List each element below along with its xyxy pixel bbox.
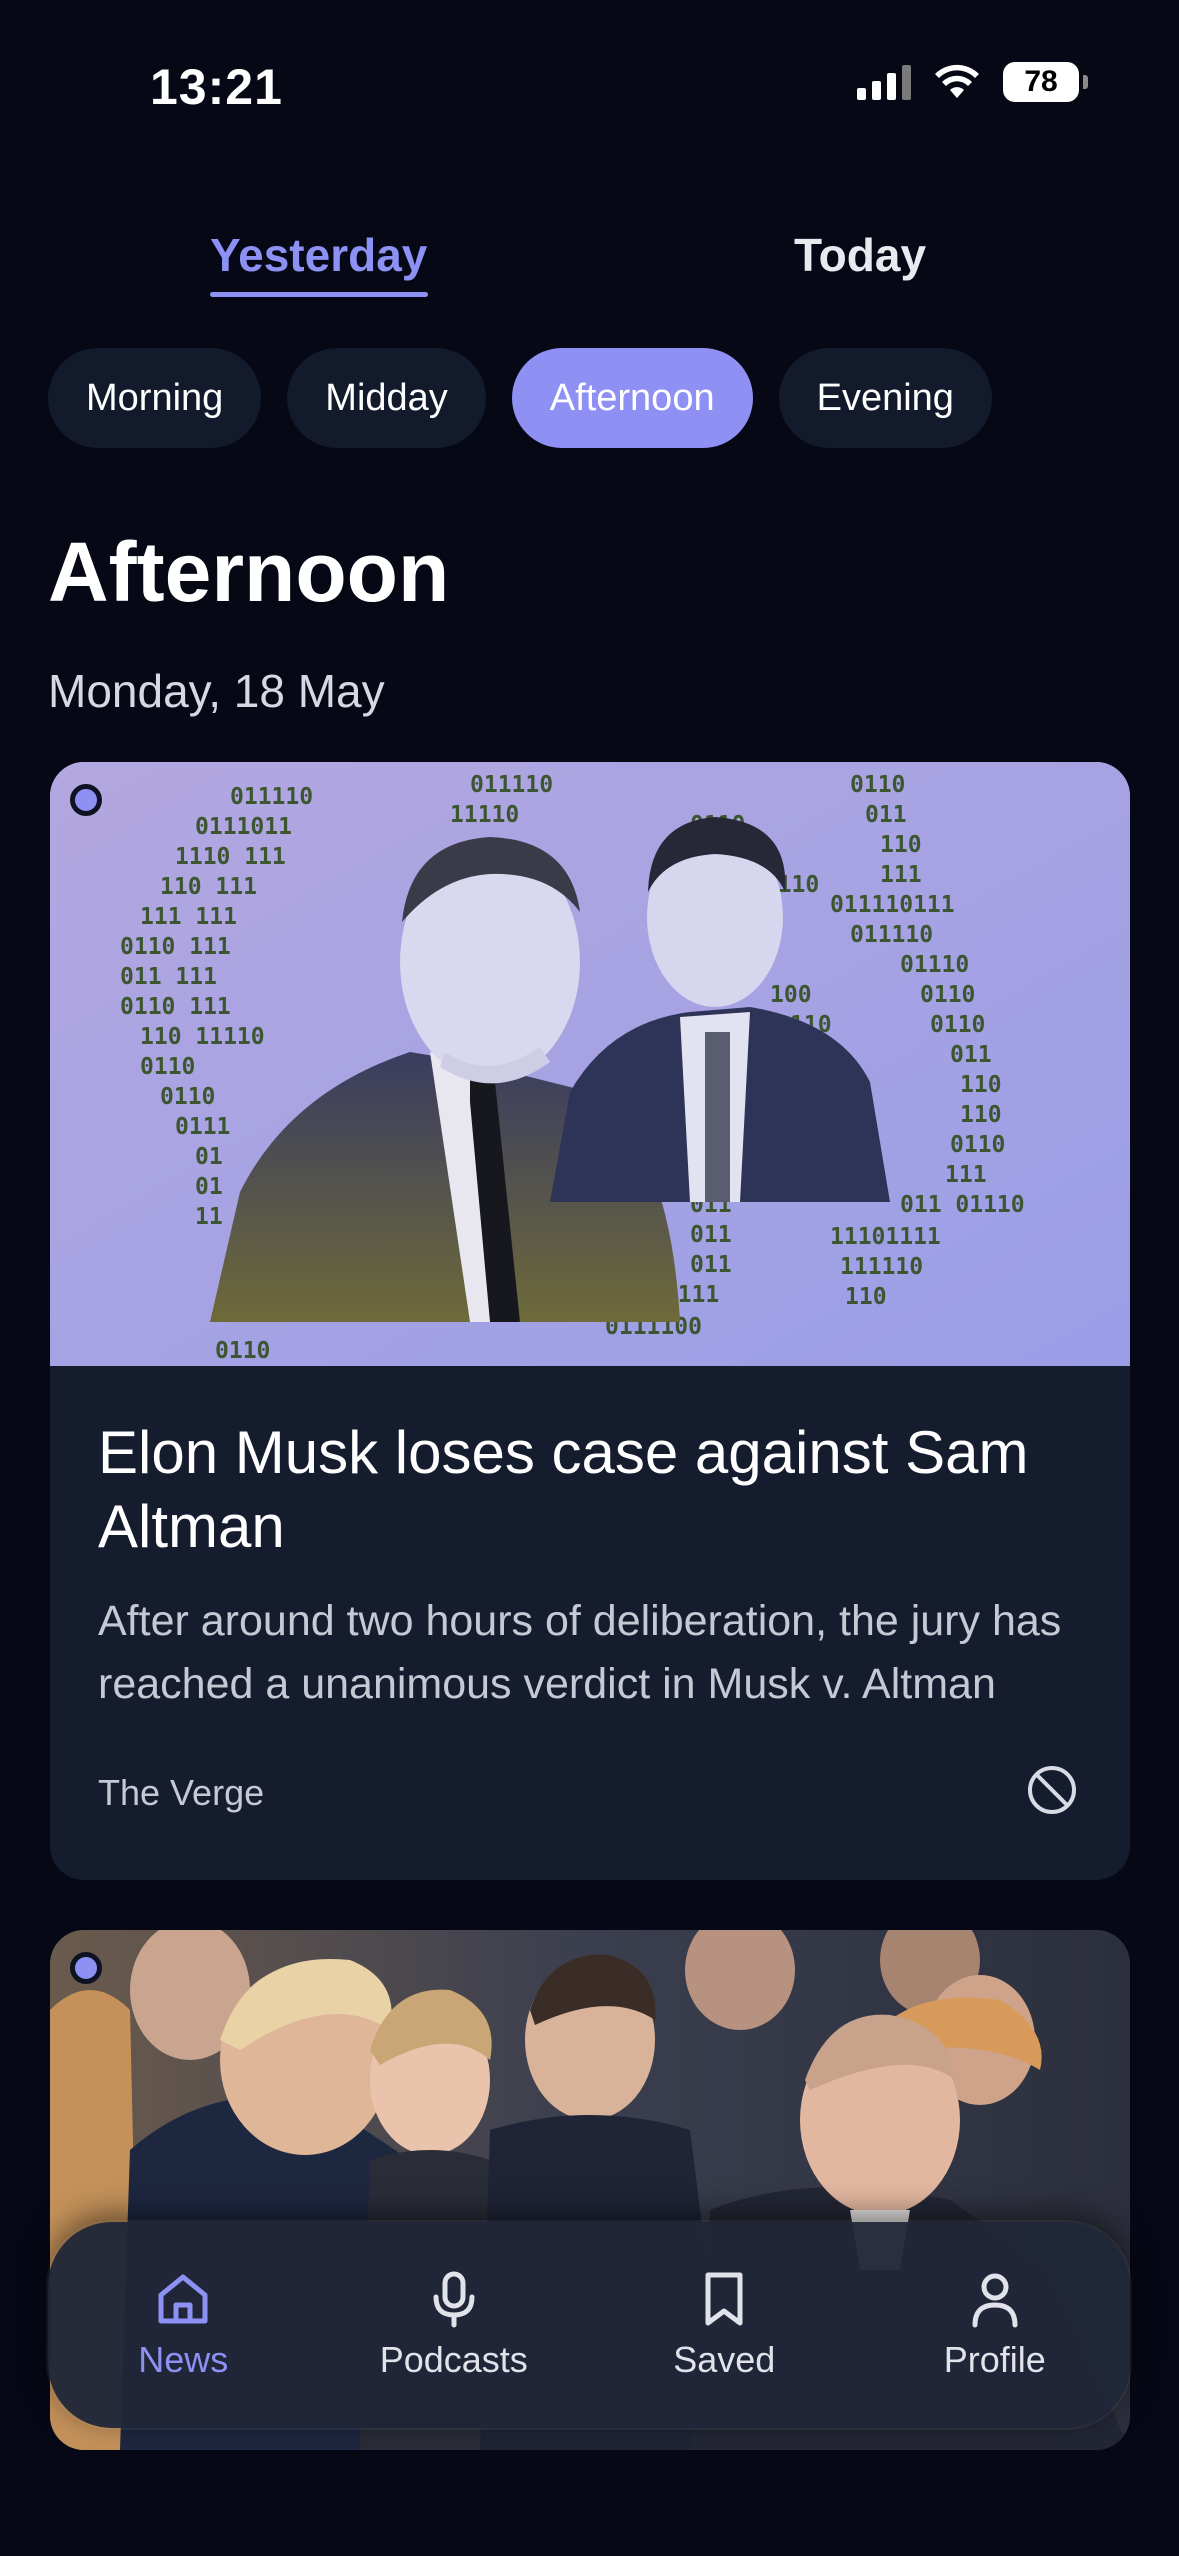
svg-text:0110: 0110 — [930, 1012, 985, 1038]
filter-morning[interactable]: Morning — [48, 348, 262, 448]
svg-text:11: 11 — [195, 1204, 223, 1230]
unread-indicator — [70, 784, 102, 816]
svg-text:011110: 011110 — [470, 772, 553, 798]
nav-label: News — [138, 2339, 229, 2380]
battery-icon: 78 — [1003, 62, 1088, 102]
wifi-icon — [935, 64, 979, 98]
svg-text:011110: 011110 — [850, 922, 933, 948]
article-source: The Verge — [98, 1772, 265, 1813]
svg-text:0110: 0110 — [850, 772, 905, 798]
article-card[interactable]: 011110 0111011 1110 111 110 111 111 111 0110… — [50, 762, 1130, 1880]
svg-text:110: 110 — [960, 1102, 1002, 1128]
svg-text:111: 111 — [945, 1162, 987, 1188]
svg-text:011 111: 011 111 — [120, 964, 217, 990]
svg-text:110: 110 — [880, 832, 922, 858]
bookmark-icon — [705, 2272, 743, 2326]
svg-text:01: 01 — [195, 1174, 223, 1200]
person-icon — [972, 2273, 1018, 2328]
filter-evening[interactable]: Evening — [778, 348, 992, 448]
article-image: 011110 0111011 1110 111 110 111 111 111 0110… — [50, 762, 1130, 1366]
signal-icon — [857, 64, 911, 100]
svg-text:111: 111 — [880, 862, 922, 888]
bottom-nav: News Podcasts Saved Profile — [48, 2222, 1130, 2428]
svg-text:111 111: 111 111 — [140, 904, 237, 930]
svg-text:011: 011 — [690, 1222, 732, 1248]
svg-text:01: 01 — [195, 1144, 223, 1170]
svg-text:1110 111: 1110 111 — [175, 844, 286, 870]
microphone-icon — [433, 2271, 475, 2328]
status-icons: 78 — [857, 62, 1088, 102]
tab-yesterday[interactable]: Yesterday — [210, 228, 427, 282]
time-filter-bar: Morning Midday Afternoon Evening — [48, 348, 992, 448]
svg-text:110: 110 — [845, 1284, 887, 1310]
filter-afternoon[interactable]: Afternoon — [511, 348, 753, 448]
svg-text:11110: 11110 — [450, 802, 519, 828]
svg-text:111110: 111110 — [840, 1254, 923, 1280]
svg-text:011 01110: 011 01110 — [900, 1192, 1025, 1218]
svg-text:011: 011 — [950, 1042, 992, 1068]
nav-label: Profile — [943, 2339, 1046, 2380]
svg-text:011110111: 011110111 — [830, 892, 955, 918]
svg-text:0110 111: 0110 111 — [120, 934, 231, 960]
home-icon — [158, 2274, 208, 2324]
tab-today[interactable]: Today — [794, 228, 926, 282]
nav-news[interactable]: News — [68, 2269, 298, 2381]
bottom-spacer — [0, 2452, 1179, 2556]
svg-text:0110 111: 0110 111 — [120, 994, 231, 1020]
svg-text:0111: 0111 — [175, 1114, 230, 1140]
svg-text:0110: 0110 — [950, 1132, 1005, 1158]
svg-text:0110: 0110 — [920, 982, 975, 1008]
unread-indicator — [70, 1952, 102, 1984]
article-summary: After around two hours of deliberation, … — [98, 1597, 1062, 1708]
svg-text:011110: 011110 — [230, 784, 313, 810]
svg-text:0110: 0110 — [160, 1084, 215, 1110]
nav-label: Podcasts — [379, 2339, 528, 2380]
svg-text:01110: 01110 — [900, 952, 969, 978]
status-time: 13:21 — [150, 59, 283, 115]
svg-text:011: 011 — [865, 802, 907, 828]
svg-text:100: 100 — [770, 982, 812, 1008]
svg-text:110: 110 — [960, 1072, 1002, 1098]
svg-text:0110: 0110 — [140, 1054, 195, 1080]
nav-profile[interactable]: Profile — [880, 2269, 1110, 2381]
svg-text:110 11110: 110 11110 — [140, 1024, 265, 1050]
section-date: Monday, 18 May — [48, 665, 385, 717]
svg-text:011: 011 — [690, 1252, 732, 1278]
svg-text:11101111: 11101111 — [830, 1224, 941, 1250]
nav-saved[interactable]: Saved — [609, 2269, 839, 2381]
article-illustration: 01111001110111110 111 110 111111 1110110… — [50, 762, 1130, 1366]
block-icon[interactable] — [1024, 1762, 1080, 1818]
filter-midday[interactable]: Midday — [287, 348, 486, 448]
article-title[interactable]: Elon Musk loses case against Sam Altman — [98, 1416, 1098, 1564]
svg-text:0110: 0110 — [215, 1338, 270, 1364]
svg-text:0111011: 0111011 — [195, 814, 292, 840]
section-title: Afternoon — [48, 525, 450, 619]
nav-label: Saved — [673, 2339, 776, 2380]
svg-text:110 111: 110 111 — [160, 874, 257, 900]
nav-podcasts[interactable]: Podcasts — [339, 2269, 569, 2381]
tab-indicator — [210, 292, 428, 297]
